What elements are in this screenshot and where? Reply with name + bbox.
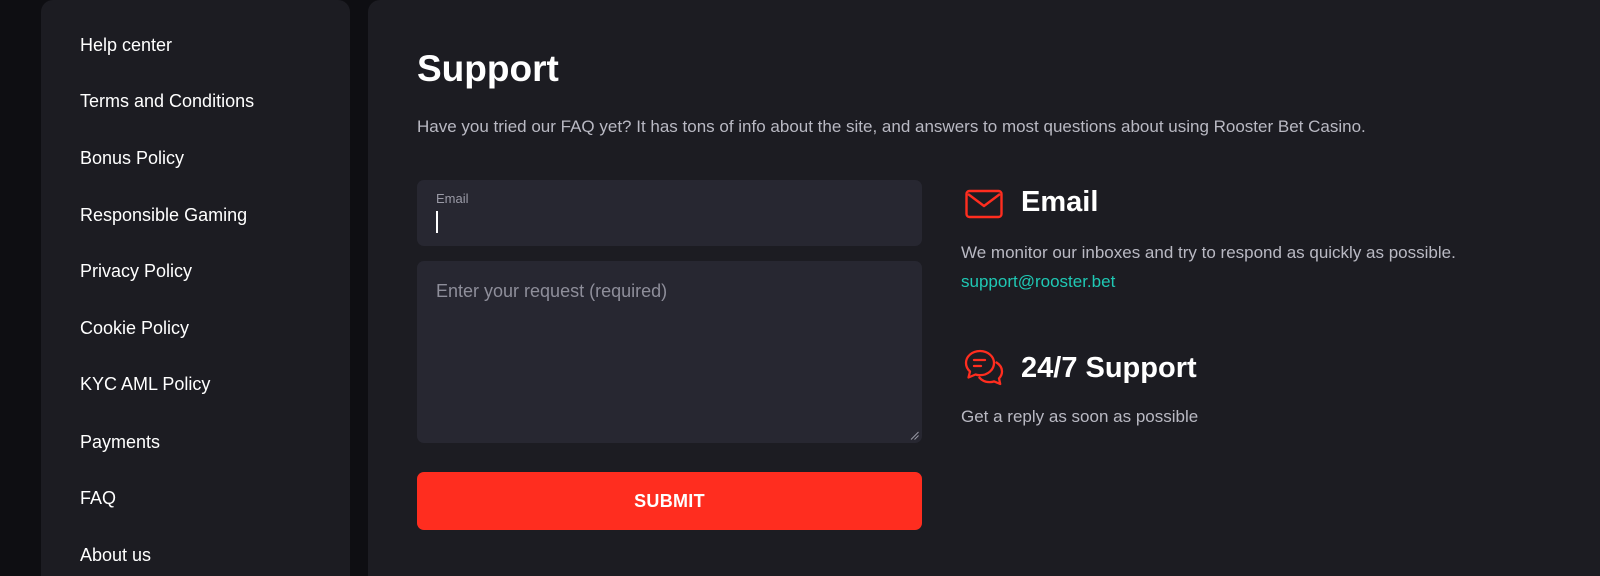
sidebar-item-payments[interactable]: Payments <box>80 431 160 453</box>
sidebar-item-bonus-policy[interactable]: Bonus Policy <box>80 147 184 169</box>
sidebar: Help center Terms and Conditions Bonus P… <box>41 0 350 576</box>
sidebar-item-terms-and-conditions[interactable]: Terms and Conditions <box>80 90 254 112</box>
support-contact-title: 24/7 Support <box>1021 352 1197 384</box>
sidebar-item-privacy-policy[interactable]: Privacy Policy <box>80 260 192 282</box>
email-field[interactable]: Email <box>417 180 922 246</box>
sidebar-item-about-us[interactable]: About us <box>80 544 151 566</box>
chat-bubbles-icon <box>964 349 1004 386</box>
envelope-icon <box>965 189 1003 219</box>
page-title: Support <box>417 48 559 89</box>
request-placeholder: Enter your request (required) <box>436 281 668 301</box>
support-panel: Support Have you tried our FAQ yet? It h… <box>368 0 1600 576</box>
support-contact-text: Get a reply as soon as possible <box>961 407 1199 426</box>
email-label: Email <box>436 191 469 206</box>
text-cursor <box>436 211 438 233</box>
email-contact-text: We monitor our inboxes and try to respon… <box>961 243 1456 262</box>
intro-text: Have you tried our FAQ yet? It has tons … <box>417 117 1366 136</box>
support-email-link[interactable]: support@rooster.bet <box>961 271 1115 293</box>
resize-handle-icon[interactable] <box>910 431 919 440</box>
request-textarea[interactable]: Enter your request (required) <box>417 261 922 443</box>
submit-button[interactable]: SUBMIT <box>417 472 922 530</box>
sidebar-item-faq[interactable]: FAQ <box>80 487 116 509</box>
sidebar-item-help-center[interactable]: Help center <box>80 34 172 56</box>
sidebar-item-cookie-policy[interactable]: Cookie Policy <box>80 317 189 339</box>
email-contact-title: Email <box>1021 186 1099 218</box>
sidebar-item-kyc-aml-policy[interactable]: KYC AML Policy <box>80 373 210 395</box>
sidebar-item-responsible-gaming[interactable]: Responsible Gaming <box>80 204 247 226</box>
